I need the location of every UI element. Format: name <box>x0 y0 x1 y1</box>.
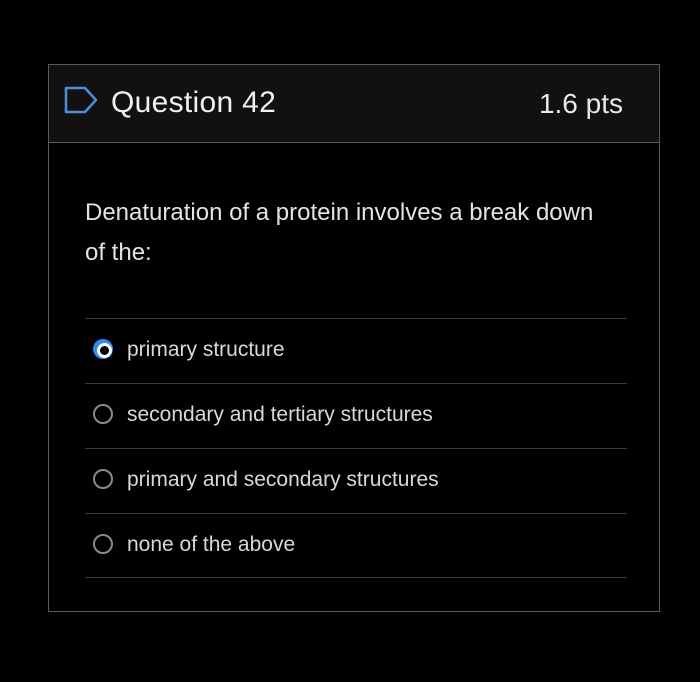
radio-selected-icon[interactable] <box>93 339 113 359</box>
radio-unselected-icon[interactable] <box>93 534 113 554</box>
answer-option[interactable]: primary structure <box>85 318 627 383</box>
question-text: Denaturation of a protein involves a bre… <box>85 199 594 266</box>
answer-label: primary structure <box>127 338 285 361</box>
question-points: 1.6 pts <box>538 88 623 119</box>
question-title: Question 42 <box>111 86 277 119</box>
answer-option[interactable]: secondary and tertiary structures <box>85 383 627 448</box>
radio-unselected-icon[interactable] <box>93 469 113 489</box>
question-card: Question 42 1.6 pts Denaturation of a pr… <box>48 64 660 612</box>
answer-option[interactable]: primary and secondary structures <box>85 448 627 513</box>
answer-list: primary structure secondary and tertiary… <box>85 318 627 578</box>
flag-outline-icon[interactable] <box>63 85 99 115</box>
question-header: Question 42 1.6 pts <box>49 65 659 143</box>
answer-label: primary and secondary structures <box>127 468 439 491</box>
answer-label: secondary and tertiary structures <box>127 403 433 426</box>
page: Question 42 1.6 pts Denaturation of a pr… <box>0 0 700 682</box>
radio-unselected-icon[interactable] <box>93 404 113 424</box>
answer-option[interactable]: none of the above <box>85 513 627 578</box>
answer-label: none of the above <box>127 533 296 556</box>
